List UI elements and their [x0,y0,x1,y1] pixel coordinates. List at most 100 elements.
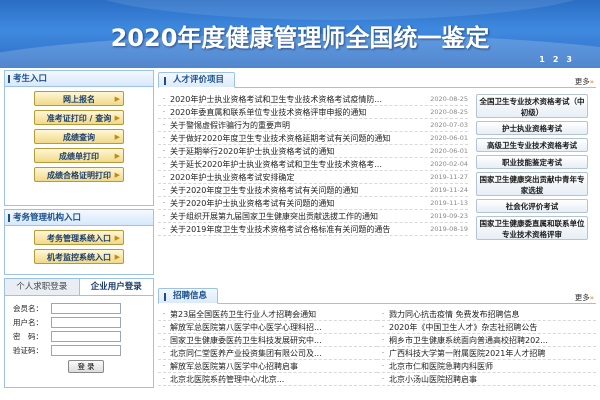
recruitment-item[interactable]: · 2020年《中国卫生人才》杂志社招聘公告 [377,321,596,334]
news-item[interactable]: · 关于警惕虚假诈骗行为的重要声明 2020-07-03 [158,119,468,132]
recruitment-title[interactable]: 北京北医院系药管理中心/北京... [170,373,377,385]
exam-category-button[interactable]: 高级卫生专业技术资格考试 [476,138,588,152]
recruitment-item[interactable]: · 戮力同心抗击疫情 免费发布招聘信息 [377,308,596,321]
recruitment-title[interactable]: 解放军总医院第八医学中心医学心理科招... [170,321,377,333]
news-title[interactable]: 2020年委直属和联系单位专业技术资格评审申报的通知 [170,106,410,118]
exam-management-button[interactable]: 考务管理系统入口 ▶ [34,230,124,245]
talent-section-title: 人才评价项目 [158,72,236,88]
news-item[interactable]: · 2020年护士执业资格考试和卫生专业技术资格考试疫情防... 2020-08-2… [158,93,468,106]
username-label: 用户名： [13,317,43,327]
news-title[interactable]: 2020年护士执业资格考试安排确定 [170,171,410,183]
bullet-icon: · [381,375,385,383]
recruitment-item[interactable]: · 北京市仁和医院急聘内科医师 [377,360,596,373]
recruitment-list-right: · 戮力同心抗击疫情 免费发布招聘信息 · 2020年《中国卫生人才》杂志社招聘公告 ·… [377,308,596,386]
bullet-icon: · [381,323,385,331]
recruitment-item[interactable]: · 广西科技大学第一附属医院2021年人才招聘 [377,347,596,360]
news-date: 2020-02-04 [430,160,468,168]
captcha-input[interactable] [51,344,121,356]
recruitment-item[interactable]: · 解放军总医院第八医学中心医学心理科招... [158,321,377,334]
news-title[interactable]: 关于组织开展第九届国家卫生健康突出贡献选拔工作的通知 [170,210,410,222]
news-item[interactable]: · 关于2019年度卫生专业技术资格考试合格标准有关问题的通告 2019-08-19 [158,223,468,236]
talent-more-link[interactable]: 更多» [575,76,594,87]
news-item[interactable]: · 关于延期举行2020年护士执业资格考试的通知 2020-06-01 [158,145,468,158]
recruitment-item[interactable]: · 北京北医院系药管理中心/北京... [158,373,377,386]
header-banner: 2020年度健康管理师全国统一鉴定 1 2 3 [0,0,600,68]
recruitment-title[interactable]: 国家卫生健康委医药卫生科技发展研究中... [170,334,377,346]
agency-entry-panel: 考务管理机构入口 考务管理系统入口 ▶ 机考监控系统入口 ▶ [4,209,154,275]
news-title[interactable]: 关于警惕虚假诈骗行为的重要声明 [170,119,410,131]
member-name-row: 会员名： [13,302,147,314]
recruitment-title[interactable]: 戮力同心抗击疫情 免费发布招聘信息 [389,308,596,320]
news-item[interactable]: · 关于组织开展第九届国家卫生健康突出贡献选拔工作的通知 2019-09-23 [158,210,468,223]
recruitment-title[interactable]: 2020年《中国卫生人才》杂志社招聘公告 [389,321,596,333]
bullet-icon: · [381,349,385,357]
main-content: 人才评价项目 更多» · 2020年护士执业资格考试和卫生专业技术资格考试疫情防.… [158,70,596,386]
recruitment-title[interactable]: 解放军总医院第八医学中心招聘启事 [170,360,377,372]
news-item[interactable]: · 关于延长2020年护士执业资格考试和卫生专业技术资格考... 2020-02-0… [158,158,468,171]
exam-category-button[interactable]: 国家卫生健康突出贡献中青年专家选拔 [476,172,588,196]
tab-personal-login[interactable]: 个人求职登录 [5,279,80,295]
exam-category-button[interactable]: 职业技能鉴定考试 [476,155,588,169]
news-title[interactable]: 关于做好2020年度卫生专业技术资格延期考试有关问题的通知 [170,132,410,144]
news-title[interactable]: 关于2019年度卫生专业技术资格考试合格标准有关问题的通告 [170,223,410,235]
password-row: 密 码： [13,330,147,342]
recruitment-item[interactable]: · 国家卫生健康委医药卫生科技发展研究中... [158,334,377,347]
banner-page-3[interactable]: 3 [566,55,572,64]
certificate-print-button[interactable]: 成绩合格证明打印 ▶ [34,167,124,182]
score-query-button[interactable]: 成绩查询 ▶ [34,129,124,144]
exam-category-button[interactable]: 社会化评价考试 [476,199,588,213]
recruitment-title[interactable]: 北京小汤山医院招聘启事 [389,373,596,385]
news-title[interactable]: 关于延长2020年护士执业资格考试和卫生专业技术资格考... [170,158,410,170]
recruitment-title[interactable]: 北京市仁和医院急聘内科医师 [389,360,596,372]
news-item[interactable]: · 关于2020年度卫生专业技术资格考试有关问题的通知 2019-11-24 [158,184,468,197]
exam-category-button[interactable]: 国家卫生健康委直属和联系单位专业技术资格评审 [476,216,588,240]
username-input[interactable] [51,316,121,328]
recruitment-item[interactable]: · 北京小汤山医院招聘启事 [377,373,596,386]
exam-monitor-button[interactable]: 机考监控系统入口 ▶ [34,249,124,264]
login-button[interactable]: 登 录 [68,360,104,373]
bullet-icon: · [162,225,166,233]
bullet-icon: · [162,173,166,181]
news-item[interactable]: · 2020年护士执业资格考试安排确定 2019-11-27 [158,171,468,184]
banner-page-1[interactable]: 1 [539,55,545,64]
news-item[interactable]: · 2020年委直属和联系单位专业技术资格评审申报的通知 2020-08-25 [158,106,468,119]
news-title[interactable]: 关于2020年护士执业资格考试有关问题的通知 [170,197,410,209]
recruitment-title[interactable]: 北京同仁堂医养产业投资集团有限公司及... [170,347,377,359]
bullet-icon: · [162,362,166,370]
news-date: 2019-08-19 [430,225,468,233]
button-label: 考务管理系统入口 [47,234,111,243]
exam-category-button[interactable]: 全国卫生专业技术资格考试（中初级） [476,94,588,118]
admission-ticket-button[interactable]: 准考证打印 / 查询 ▶ [34,110,124,125]
bullet-icon: · [162,160,166,168]
banner-page-2[interactable]: 2 [553,55,559,64]
double-chevron-right-icon: » [589,294,594,302]
recruitment-title[interactable]: 广西科技大学第一附属医院2021年人才招聘 [389,347,596,359]
password-input[interactable] [51,330,121,342]
recruitment-section-header: 招聘信息 更多» [158,286,596,304]
exam-category-button[interactable]: 护士执业资格考试 [476,121,588,135]
bullet-icon: · [162,375,166,383]
arrow-right-icon: ▶ [114,253,120,261]
recruitment-item[interactable]: · 第23届全国医药卫生行业人才招聘会通知 [158,308,377,321]
recruitment-more-link[interactable]: 更多» [575,292,594,303]
recruitment-item[interactable]: · 桐乡市卫生健康系统面向普通高校招聘202... [377,334,596,347]
talent-news-list: · 2020年护士执业资格考试和卫生专业技术资格考试疫情防... 2020-08-2… [158,88,468,236]
recruitment-item[interactable]: · 解放军总医院第八医学中心招聘启事 [158,360,377,373]
score-report-print-button[interactable]: 成绩单打印 ▶ [34,148,124,163]
member-name-label: 会员名： [13,303,43,313]
member-name-input[interactable] [51,302,121,314]
recruitment-list-left: · 第23届全国医药卫生行业人才招聘会通知 · 解放军总医院第八医学中心医学心理科招.… [158,308,377,386]
news-item[interactable]: · 关于2020年护士执业资格考试有关问题的通知 2019-11-13 [158,197,468,210]
tab-enterprise-login[interactable]: 企业用户登录 [79,279,153,295]
news-title[interactable]: 2020年护士执业资格考试和卫生专业技术资格考试疫情防... [170,93,410,105]
recruitment-title[interactable]: 桐乡市卫生健康系统面向普通高校招聘202... [389,334,596,346]
bullet-icon: · [162,186,166,194]
username-row: 用户名： [13,316,147,328]
news-title[interactable]: 关于2020年度卫生专业技术资格考试有关问题的通知 [170,184,410,196]
recruitment-section: 招聘信息 更多» · 第23届全国医药卫生行业人才招聘会通知 · 解放军总医院第八医学… [158,286,596,386]
online-registration-button[interactable]: 网上报名 ▶ [34,91,124,106]
recruitment-item[interactable]: · 北京同仁堂医养产业投资集团有限公司及... [158,347,377,360]
recruitment-title[interactable]: 第23届全国医药卫生行业人才招聘会通知 [170,308,377,320]
news-item[interactable]: · 关于做好2020年度卫生专业技术资格延期考试有关问题的通知 2020-06-01 [158,132,468,145]
news-title[interactable]: 关于延期举行2020年护士执业资格考试的通知 [170,145,410,157]
